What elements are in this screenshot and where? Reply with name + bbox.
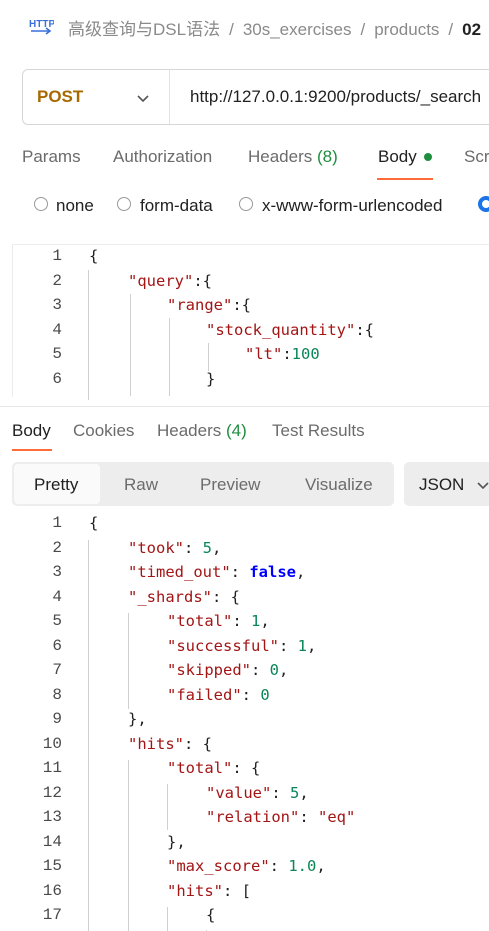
code-line: "_shards": { [128,588,240,606]
breadcrumb-subfolder[interactable]: products [374,20,439,39]
indent-guide [130,294,131,396]
line-number: 1 [52,514,62,532]
tab-headers-label: Headers [248,147,313,166]
indent-guide [88,540,89,931]
code-line: { [89,514,99,532]
line-number: 5 [52,612,62,630]
line-number: 10 [42,735,62,753]
line-number: 7 [52,661,62,679]
code-line: "relation": "eq" [206,808,356,826]
code-line: "total": 1, [167,612,270,630]
breadcrumb-collection[interactable]: 高级查询与DSL语法 [68,20,220,39]
line-number: 2 [52,539,62,557]
view-raw-button[interactable]: Raw [124,475,158,495]
tab-headers-count: (8) [317,147,338,166]
radio-none-label[interactable]: none [56,196,94,216]
code-line: }, [128,710,147,728]
line-number: 1 [52,247,62,265]
line-number: 2 [52,272,62,290]
response-tab-test-results[interactable]: Test Results [272,421,365,441]
line-number: 14 [42,833,62,851]
response-tab-body[interactable]: Body [12,421,51,441]
radio-raw[interactable] [478,196,489,212]
radio-form-data[interactable] [117,197,131,211]
chevron-down-icon[interactable] [476,478,489,492]
radio-urlencoded[interactable] [239,197,253,211]
indent-guide [128,613,129,709]
response-tab-cookies[interactable]: Cookies [73,421,134,441]
code-line: "took": 5, [128,539,222,557]
code-line: } [206,370,216,388]
code-line: }, [167,833,186,851]
breadcrumb-folder[interactable]: 30s_exercises [243,20,352,39]
active-tab-underline [12,449,52,451]
breadcrumb-separator: / [360,20,366,39]
breadcrumb-separator: / [229,20,234,39]
code-line: "range":{ [167,296,251,314]
panel-divider[interactable] [0,406,489,407]
breadcrumb-separator: / [448,20,454,39]
indent-guide [208,343,209,371]
code-line: "value": 5, [206,784,309,802]
code-line: "lt":100 [245,345,320,363]
indent-guide [167,907,168,931]
line-number: 6 [52,370,62,388]
breadcrumb-request-name[interactable]: 02 [462,20,481,39]
line-number: 4 [52,321,62,339]
code-line: "stock_quantity":{ [206,321,374,339]
radio-urlencoded-label[interactable]: x-www-form-urlencoded [262,196,442,216]
active-tab-underline [377,178,433,180]
indent-guide [167,784,168,830]
line-number: 5 [52,345,62,363]
line-number: 9 [52,710,62,728]
line-number: 15 [42,857,62,875]
line-number: 4 [52,588,62,606]
line-number: 13 [42,808,62,826]
code-line: "query":{ [128,272,212,290]
tab-scripts[interactable]: Scr [464,147,489,167]
line-number: 12 [42,784,62,802]
view-visualize-button[interactable]: Visualize [305,475,373,495]
line-number: 16 [42,882,62,900]
response-tab-headers-label: Headers [157,421,222,440]
tab-body[interactable]: Body [378,147,417,167]
indent-guide [128,760,129,931]
line-number: 3 [52,563,62,581]
view-pretty-label[interactable]: Pretty [34,475,78,495]
response-tab-headers-count: (4) [226,421,247,440]
code-line: { [89,247,99,265]
chevron-down-icon[interactable] [136,91,150,105]
code-line: "failed": 0 [167,686,270,704]
line-number: 8 [52,686,62,704]
code-line: "skipped": 0, [167,661,289,679]
code-line: "max_score": 1.0, [167,857,326,875]
indent-guide [169,318,170,396]
line-number: 17 [42,906,62,924]
format-select-label[interactable]: JSON [419,475,464,495]
line-number: 11 [42,759,62,777]
url-input[interactable]: http://127.0.0.1:9200/products/_search [190,87,481,107]
divider [169,70,170,124]
view-preview-button[interactable]: Preview [200,475,260,495]
line-number: 3 [52,296,62,314]
code-line: "total": { [167,759,261,777]
code-line: { [206,906,216,924]
radio-none[interactable] [34,197,48,211]
line-number: 6 [52,637,62,655]
indent-guide [88,270,89,400]
tab-authorization[interactable]: Authorization [113,147,212,167]
tab-params[interactable]: Params [22,147,81,167]
radio-form-data-label[interactable]: form-data [140,196,213,216]
code-line: "hits": [ [167,882,251,900]
body-indicator-dot [424,153,432,161]
response-tab-headers[interactable]: Headers (4) [157,421,247,441]
method-select[interactable]: POST [37,87,83,107]
tab-headers[interactable]: Headers (8) [248,147,338,167]
http-icon: HTTP [29,19,54,35]
code-line: "successful": 1, [167,637,317,655]
code-line: "timed_out": false, [128,563,306,581]
svg-text:HTTP: HTTP [29,19,54,30]
code-line: "hits": { [128,735,212,753]
